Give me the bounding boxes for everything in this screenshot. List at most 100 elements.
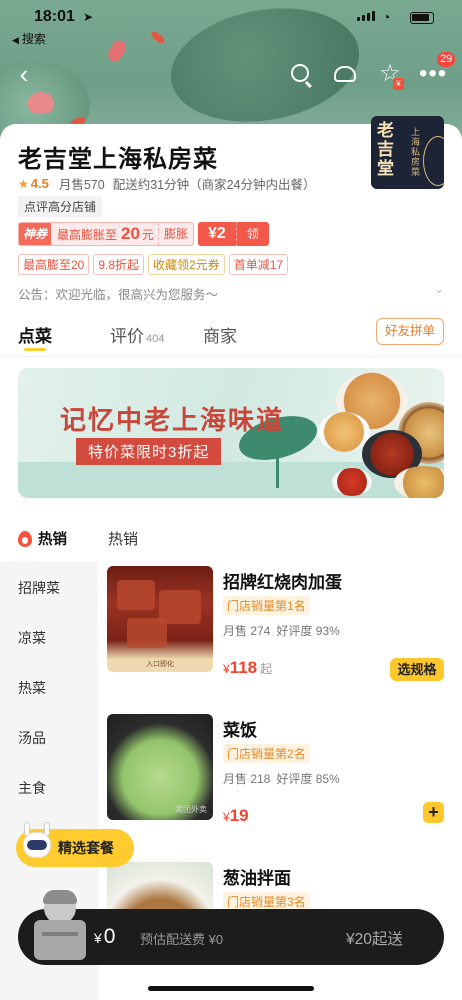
dish-image: 美团外卖 — [107, 714, 213, 820]
voucher-amount: ¥2 — [207, 225, 226, 242]
sales-rank-badge: 门店销量第1名 — [223, 596, 310, 615]
tab-label: 商家 — [203, 327, 237, 346]
divider — [0, 356, 462, 357]
wifi-icon: ◔ — [382, 9, 391, 25]
dish-praise: 好评度 85% — [276, 772, 340, 786]
shop-tag: 点评高分店铺 — [18, 196, 103, 217]
shop-logo: 老吉堂 上海私房菜 — [371, 116, 444, 189]
dish-image-label: 入口即化 — [146, 661, 174, 668]
dish-name: 招牌红烧肉加蛋 — [223, 573, 342, 592]
message-badge: 29 — [437, 52, 456, 67]
sales-rank-badge: 门店销量第2名 — [223, 744, 310, 763]
promo-tag[interactable]: 首单减17 — [228, 254, 289, 275]
sidebar-item-soup[interactable]: 汤品 — [18, 728, 46, 748]
dish-sales: 月售 218 — [223, 772, 271, 786]
tab-merchant[interactable]: 商家 — [203, 322, 237, 347]
dish-image — [107, 862, 213, 910]
shop-tabs: 点菜 评价 404 商家 好友拼单 — [0, 316, 462, 358]
red-envelope-icon: ¥ — [393, 78, 404, 90]
sidebar-item-cold[interactable]: 凉菜 — [18, 628, 46, 648]
sidebar-item-hot[interactable]: 热菜 — [18, 678, 46, 698]
top-nav: ‹ ☆ ¥ ••• — [0, 60, 462, 90]
dish-image-watermark: 美团外卖 — [175, 805, 207, 814]
chevron-down-icon[interactable]: ⌄ — [434, 282, 444, 296]
currency: ¥ — [223, 810, 230, 824]
promo-tag[interactable]: 最高膨至20 — [18, 254, 90, 275]
dish-stats: 月售 274 好评度 93% — [223, 622, 340, 639]
dish-price: ¥19 — [223, 806, 249, 826]
menu-item[interactable]: 葱油拌面 门店销量第3名 — [107, 862, 452, 910]
dish-price: ¥118 起 — [223, 658, 272, 678]
logo-text-small: 上海私房菜 — [411, 128, 421, 178]
home-indicator — [148, 986, 314, 991]
shop-meta: ★ 4.5 月售570 配送约31分钟（商家24分钟内出餐） — [18, 174, 316, 193]
monthly-sales: 月售570 — [58, 178, 105, 192]
add-to-cart-button[interactable]: + — [423, 802, 444, 823]
expand-button[interactable]: 膨胀 — [157, 223, 193, 245]
battery-icon — [410, 12, 434, 24]
back-icon[interactable]: ‹ — [10, 60, 38, 88]
back-triangle-icon: ◀ — [12, 35, 19, 45]
get-voucher-button[interactable]: 领 — [235, 222, 269, 246]
price-value: 19 — [229, 806, 249, 825]
status-bar: 18:01 ➤ ◔ — [0, 0, 462, 30]
customer-service-icon[interactable] — [331, 60, 359, 88]
cart-total: ¥0 — [94, 925, 115, 949]
shop-rating: 4.5 — [30, 176, 49, 191]
expand-coupon[interactable]: 神券 最高膨胀至 20 元 膨胀 — [18, 222, 194, 246]
dish-sales: 月售 274 — [223, 624, 271, 638]
dish-name: 葱油拌面 — [223, 869, 291, 888]
back-to-app-link[interactable]: ◀ 搜索 — [12, 30, 46, 47]
coupon-desc: 最高膨胀至 — [57, 227, 118, 242]
choose-spec-button[interactable]: 选规格 — [390, 658, 444, 681]
banner-subtitle: 特价菜限时3折起 — [76, 438, 222, 465]
shop-notice: 公告：欢迎光临，很高兴为您服务～ — [18, 288, 219, 302]
coupon-unit: 元 — [141, 227, 154, 242]
robot-mascot-icon — [20, 822, 54, 862]
promo-tag[interactable]: 9.8折起 — [93, 254, 145, 275]
dish-name: 菜饭 — [223, 721, 257, 740]
logo-text-big: 老吉堂 — [377, 121, 394, 179]
min-order: ¥20起送 — [346, 931, 403, 948]
dish-praise: 好评度 93% — [276, 624, 340, 638]
shop-name: 老吉堂上海私房菜 — [18, 146, 218, 173]
voucher-coupon[interactable]: ¥2 领 — [197, 222, 269, 246]
sidebar-item-signature[interactable]: 招牌菜 — [18, 578, 60, 598]
cart-mascot-icon[interactable] — [32, 890, 90, 962]
sales-rank-badge: 门店销量第3名 — [223, 892, 310, 910]
status-time: 18:01 — [34, 8, 75, 25]
dish-stats: 月售 218 好评度 85% — [223, 770, 340, 787]
cart-amount: 0 — [103, 925, 116, 948]
star-icon: ★ — [18, 176, 29, 191]
currency: ¥ — [94, 930, 102, 946]
tab-indicator — [24, 348, 46, 351]
favorite-star-icon[interactable]: ☆ ¥ — [376, 60, 404, 90]
tab-order[interactable]: 点菜 — [18, 322, 52, 347]
flame-icon — [18, 530, 32, 547]
section-title: 热销 — [108, 531, 139, 548]
tab-label: 点菜 — [18, 327, 52, 346]
banner-title: 记忆中老上海味道 — [60, 405, 285, 435]
search-icon[interactable] — [286, 60, 314, 88]
promo-tags[interactable]: 最高膨至20 9.8折起 收藏领2元券 首单减17 — [18, 254, 289, 275]
promo-banner[interactable]: 记忆中老上海味道 特价菜限时3折起 — [18, 368, 444, 498]
shen-coupon-label: 神券 — [19, 223, 52, 245]
review-count: 404 — [146, 333, 165, 345]
location-arrow-icon: ➤ — [83, 10, 94, 24]
price-value: 118 — [229, 658, 258, 677]
coupon-amount: 20 — [121, 224, 140, 243]
tab-reviews[interactable]: 评价 404 — [110, 322, 164, 347]
delivery-info: 配送约31分钟（商家24分钟内出餐） — [112, 178, 316, 192]
promo-tag[interactable]: 收藏领2元券 — [148, 254, 225, 275]
back-app-label: 搜索 — [21, 32, 46, 46]
category-label: 热销 — [38, 532, 67, 548]
category-hot-active[interactable]: 热销 — [18, 528, 67, 549]
price-suffix: 起 — [260, 662, 273, 676]
dish-image: 入口即化 — [107, 566, 213, 672]
delivery-fee: 预估配送费 ¥0 — [140, 932, 224, 947]
sidebar-item-staple[interactable]: 主食 — [18, 778, 46, 798]
currency: ¥ — [223, 662, 230, 676]
coupon-row[interactable]: 神券 最高膨胀至 20 元 膨胀 ¥2 领 — [18, 222, 269, 246]
group-order-button[interactable]: 好友拼单 — [376, 318, 444, 345]
signal-icon — [357, 11, 375, 21]
